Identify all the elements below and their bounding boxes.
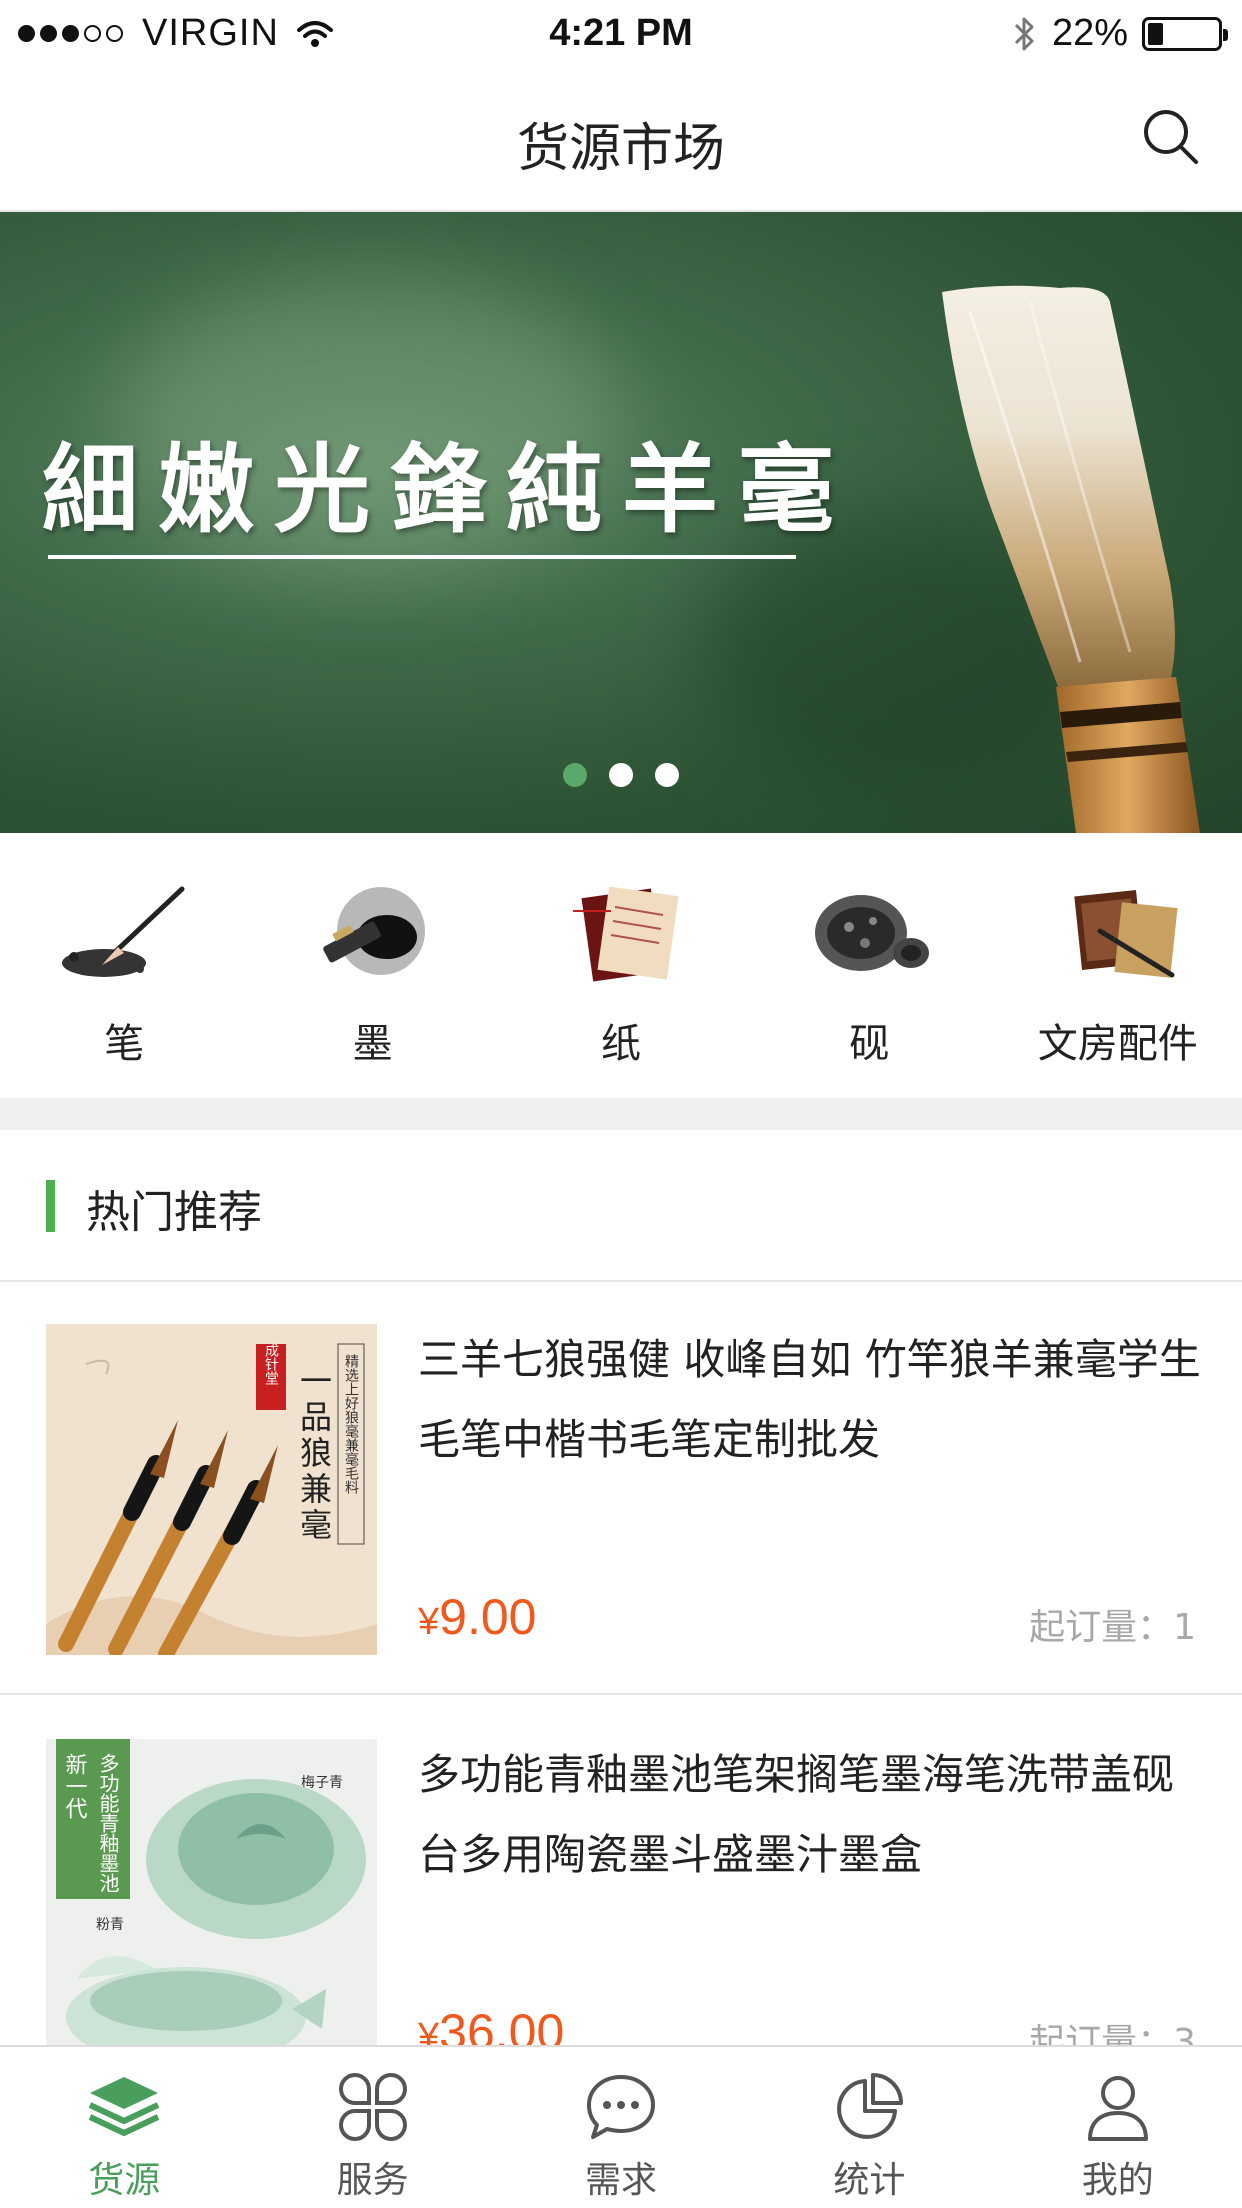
category-label: 文房配件 [1037,1021,1198,1067]
status-right: 22% [1010,12,1228,55]
section-divider [0,1098,1242,1130]
banner-headline: 細嫩光鋒純羊毫 [42,433,854,546]
carousel-dot[interactable] [655,763,679,787]
accessories-icon [1074,889,1178,978]
inkstick-icon [322,887,425,975]
bluetooth-icon [1014,17,1034,50]
section-title: 热门推荐 [86,1187,262,1238]
product-card[interactable]: 成针堂 一品狼兼毫 精选上好狼毫兼毫毛料 三羊七狼强健 收峰自如 竹竿狼羊兼毫学… [0,1282,1242,1695]
banner-carousel[interactable]: 細嫩光鋒純羊毫 [0,212,1242,833]
banner-underline [48,555,796,559]
product-moq: 起订量：1 [1029,1607,1196,1648]
product-title: 三羊七狼强健 收峰自如 竹竿狼羊兼毫学生毛笔中楷书毛笔定制批发 [418,1335,1201,1464]
chat-icon [586,2075,655,2139]
section-header: 热门推荐 [0,1130,1242,1282]
tab-profile[interactable]: 我的 [994,2047,1242,2208]
thumb-subtext: 精选上好狼毫兼毫毛料 [343,1354,359,1494]
category-label: 笔 [104,1021,145,1067]
page-title: 货源市场 [516,119,725,179]
tab-label: 货源 [88,2160,161,2201]
search-icon[interactable] [1138,104,1204,170]
thumb-tag-2: 粉青 [96,1917,124,1933]
thumb-title-text: 一品狼兼毫 [295,1364,333,1544]
product-thumbnail: 成针堂 一品狼兼毫 精选上好狼毫兼毫毛料 [46,1324,377,1655]
calligraphy-brush-image [942,285,1200,833]
category-inkstone[interactable]: 砚 [745,833,993,1098]
inkstone-icon [815,895,930,971]
carousel-indicators[interactable] [0,763,1242,787]
carousel-dot[interactable] [609,763,633,787]
product-thumbnail: 新一代 多功能青釉墨池 梅子青 粉青 [46,1739,377,2070]
user-icon [1087,2076,1148,2141]
category-paper[interactable]: 纸 [497,833,745,1098]
tab-label: 统计 [833,2160,906,2201]
status-bar: VIRGIN 4:21 PM 22% [0,0,1242,66]
pie-chart-icon [837,2073,904,2139]
section-accent-bar [46,1180,55,1232]
tab-label: 服务 [336,2160,409,2201]
tab-supply[interactable]: 货源 [0,2047,248,2208]
tab-demand[interactable]: 需求 [497,2047,745,2208]
tab-bar: 货源 服务 需求 统计 我的 [0,2045,1242,2208]
grid-icon [338,2073,407,2141]
category-accessories[interactable]: 文房配件 [994,833,1242,1098]
layers-icon [88,2077,160,2136]
brush-icon [62,886,185,977]
product-price: ¥9.00 [418,1589,537,1645]
tab-service[interactable]: 服务 [248,2047,496,2208]
carousel-dot[interactable] [563,763,587,787]
category-brush[interactable]: 笔 [0,833,248,1098]
nav-bar: 货源市场 [0,66,1242,212]
tab-statistics[interactable]: 统计 [745,2047,993,2208]
thumb-text: 新一代 [62,1753,88,1819]
category-grid: 笔 墨 纸 砚 文房配件 [0,833,1242,1098]
battery-percent: 22% [1051,12,1128,54]
category-label: 墨 [352,1021,393,1067]
paper-icon [572,886,679,982]
battery-icon [1142,16,1228,51]
thumb-seal-text: 成针堂 [263,1343,279,1385]
tab-label: 我的 [1081,2160,1154,2201]
product-title: 多功能青釉墨池笔架搁笔墨海笔洗带盖砚台多用陶瓷墨斗盛墨汁墨盒 [418,1750,1175,1879]
category-label: 纸 [600,1021,641,1067]
category-label: 砚 [849,1021,890,1067]
thumb-text-2: 多功能青釉墨池 [96,1753,120,1893]
tab-label: 需求 [584,2160,657,2201]
category-ink[interactable]: 墨 [248,833,496,1098]
